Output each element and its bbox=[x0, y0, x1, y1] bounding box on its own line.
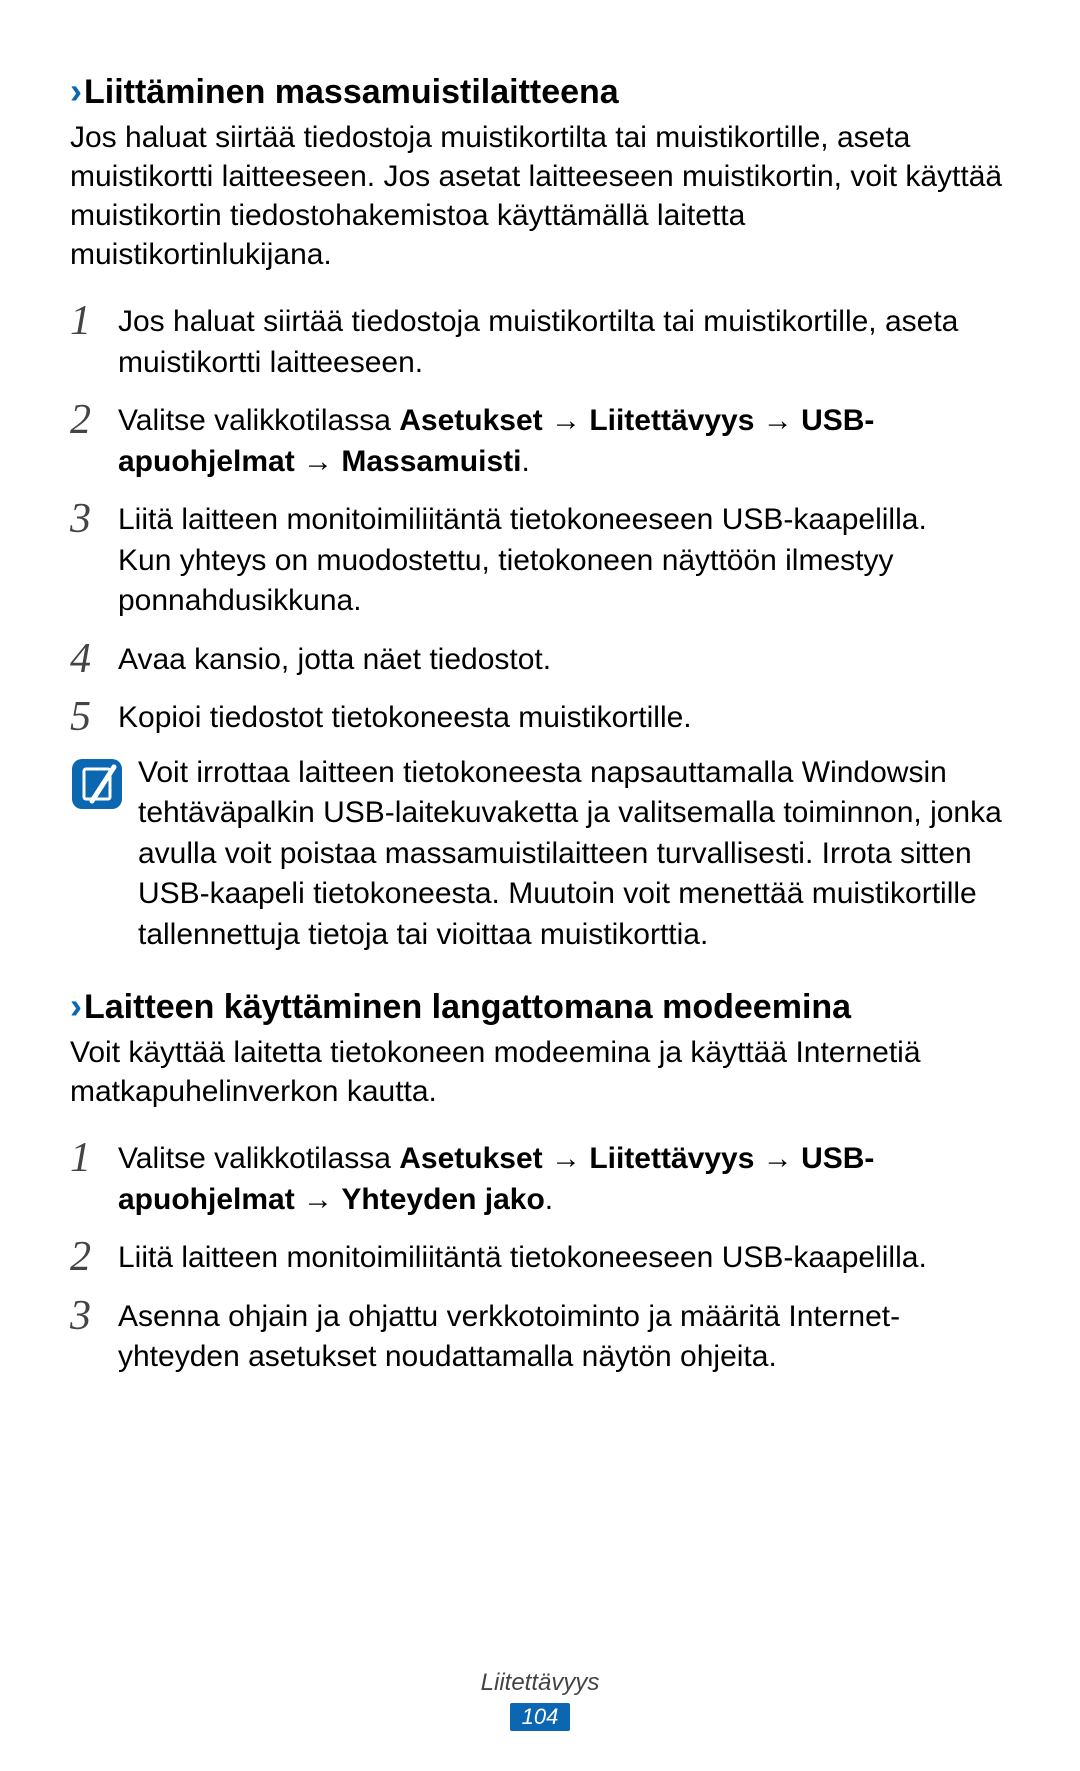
step-body: Liitä laitteen monitoimiliitäntä tietoko… bbox=[118, 1234, 1010, 1279]
section1-step-4: 4 Avaa kansio, jotta näet tiedostot. bbox=[70, 636, 1010, 681]
section1-heading-text: Liittäminen massamuistilaitteena bbox=[84, 73, 619, 112]
section2-step-1: 1 Valitse valikkotilassa Asetukset → Lii… bbox=[70, 1135, 1010, 1220]
step-number: 3 bbox=[70, 496, 118, 622]
step-number: 3 bbox=[70, 1293, 118, 1378]
section2-heading-text: Laitteen käyttäminen langattomana modeem… bbox=[84, 988, 851, 1027]
step-line: Liitä laitteen monitoimiliitäntä tietoko… bbox=[118, 503, 927, 536]
bold-part: Yhteyden jako bbox=[341, 1183, 544, 1216]
chevron-icon: › bbox=[70, 70, 78, 112]
arrow-text: → bbox=[543, 1142, 590, 1175]
step-pre: Valitse valikkotilassa bbox=[118, 404, 399, 437]
step-body: Liitä laitteen monitoimiliitäntä tietoko… bbox=[118, 496, 1010, 622]
bold-part: Massamuisti bbox=[341, 445, 521, 478]
step-number: 1 bbox=[70, 298, 118, 383]
footer-page-number: 104 bbox=[510, 1703, 571, 1731]
bold-part: Liitettävyys bbox=[589, 404, 754, 437]
section2-heading: › Laitteen käyttäminen langattomana mode… bbox=[70, 985, 1010, 1027]
page: › Liittäminen massamuistilaitteena Jos h… bbox=[0, 0, 1080, 1771]
page-footer: Liitettävyys 104 bbox=[0, 1669, 1080, 1731]
step-body: Jos haluat siirtää tiedostoja muistikort… bbox=[118, 298, 1010, 383]
step-body: Avaa kansio, jotta näet tiedostot. bbox=[118, 636, 1010, 681]
section2-step-2: 2 Liitä laitteen monitoimiliitäntä tieto… bbox=[70, 1234, 1010, 1279]
chevron-icon: › bbox=[70, 985, 78, 1027]
footer-label: Liitettävyys bbox=[0, 1669, 1080, 1697]
step-line: Kun yhteys on muodostettu, tietokoneen n… bbox=[118, 544, 893, 618]
section1-step-2: 2 Valitse valikkotilassa Asetukset → Lii… bbox=[70, 397, 1010, 482]
section1-heading: › Liittäminen massamuistilaitteena bbox=[70, 70, 1010, 112]
section2-intro: Voit käyttää laitetta tietokoneen modeem… bbox=[70, 1033, 1010, 1111]
section1-step-1: 1 Jos haluat siirtää tiedostoja muistiko… bbox=[70, 298, 1010, 383]
note-icon bbox=[70, 753, 130, 956]
section1-step-3: 3 Liitä laitteen monitoimiliitäntä tieto… bbox=[70, 496, 1010, 622]
bold-part: Asetukset bbox=[399, 404, 542, 437]
arrow-text: → bbox=[754, 404, 801, 437]
step-body: Valitse valikkotilassa Asetukset → Liite… bbox=[118, 397, 1010, 482]
bold-part: Liitettävyys bbox=[589, 1142, 754, 1175]
step-body: Valitse valikkotilassa Asetukset → Liite… bbox=[118, 1135, 1010, 1220]
section1-step-5: 5 Kopioi tiedostot tietokoneesta muistik… bbox=[70, 694, 1010, 739]
arrow-text: → bbox=[543, 404, 590, 437]
arrow-text: → bbox=[295, 1183, 342, 1216]
section2-step-3: 3 Asenna ohjain ja ohjattu verkkotoimint… bbox=[70, 1293, 1010, 1378]
step-number: 5 bbox=[70, 694, 118, 739]
section1-note: Voit irrottaa laitteen tietokoneesta nap… bbox=[70, 753, 1010, 956]
step-body: Asenna ohjain ja ohjattu verkkotoiminto … bbox=[118, 1293, 1010, 1378]
arrow-text: → bbox=[754, 1142, 801, 1175]
step-number: 2 bbox=[70, 1234, 118, 1279]
step-number: 4 bbox=[70, 636, 118, 681]
step-body: Kopioi tiedostot tietokoneesta muistikor… bbox=[118, 694, 1010, 739]
step-number: 2 bbox=[70, 397, 118, 482]
bold-part: Asetukset bbox=[399, 1142, 542, 1175]
section1-intro: Jos haluat siirtää tiedostoja muistikort… bbox=[70, 118, 1010, 274]
note-body: Voit irrottaa laitteen tietokoneesta nap… bbox=[130, 753, 1010, 956]
arrow-text: → bbox=[295, 445, 342, 478]
step-pre: Valitse valikkotilassa bbox=[118, 1142, 399, 1175]
step-number: 1 bbox=[70, 1135, 118, 1220]
